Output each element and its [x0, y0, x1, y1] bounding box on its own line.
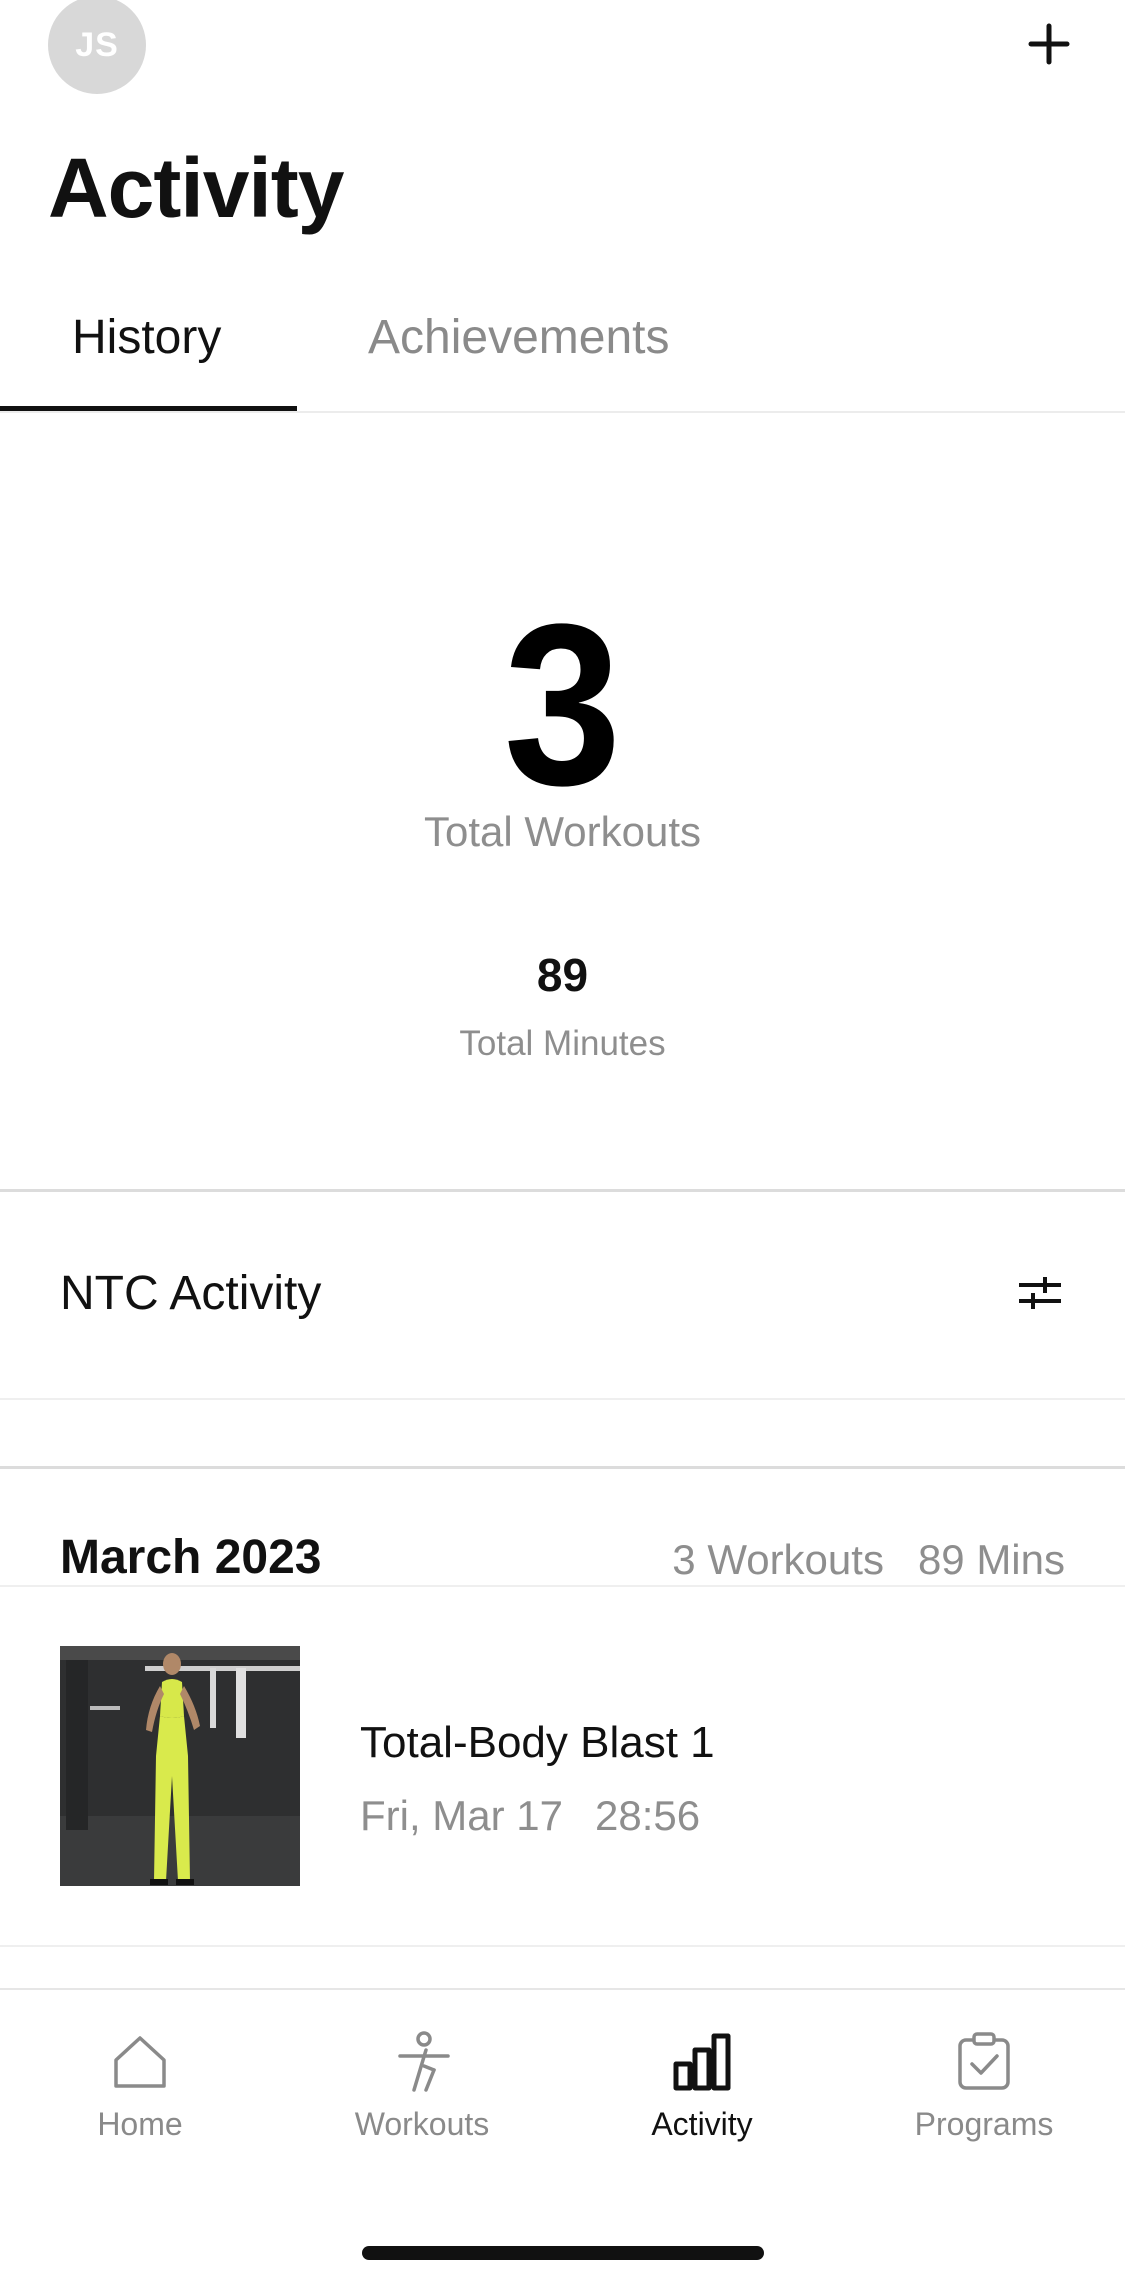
total-minutes-value: 89: [536, 949, 589, 1001]
tab-divider: [0, 411, 1125, 413]
month-header: March 2023: [60, 1531, 322, 1584]
section-title: NTC Activity: [60, 1267, 322, 1320]
sliders-icon: [1019, 1277, 1061, 1309]
total-workouts-label: Total Workouts: [424, 808, 701, 855]
workout-title[interactable]: Total-Body Blast 1: [360, 1718, 715, 1768]
workout-meta: Fri, Mar 17 28:56: [360, 1792, 700, 1840]
divider: [0, 1398, 1125, 1400]
workout-date: Fri, Mar 17: [360, 1792, 564, 1839]
divider: [0, 1945, 1125, 1947]
divider: [0, 1466, 1125, 1469]
avatar[interactable]: JS: [48, 0, 146, 94]
total-workouts-value: 3: [503, 576, 622, 833]
page-title: Activity: [48, 141, 344, 235]
home-indicator[interactable]: [362, 2246, 764, 2260]
month-minutes: 89 Mins: [917, 1536, 1065, 1583]
running-figure-icon: [398, 2031, 450, 2092]
month-workout-count: 3 Workouts: [672, 1536, 884, 1583]
plus-icon: [1028, 23, 1070, 65]
nav-home-label: Home: [97, 2106, 183, 2142]
filter-button[interactable]: [1015, 1268, 1065, 1318]
nav-workouts-label: Workouts: [354, 2106, 490, 2142]
total-minutes-label: Total Minutes: [459, 1024, 666, 1063]
workout-thumbnail[interactable]: [60, 1646, 300, 1886]
tab-achievements[interactable]: Achievements: [368, 310, 669, 365]
tab-history[interactable]: History: [72, 310, 221, 365]
nav-programs-label: Programs: [914, 2106, 1054, 2142]
nav-programs[interactable]: Programs: [884, 2030, 1084, 2143]
nav-activity[interactable]: Activity: [602, 2030, 802, 2143]
nav-activity-label: Activity: [651, 2106, 753, 2142]
home-icon: [114, 2036, 166, 2088]
nav-home[interactable]: Home: [40, 2030, 240, 2143]
nav-workouts[interactable]: Workouts: [322, 2030, 522, 2143]
month-stats: 3 Workouts 89 Mins: [672, 1536, 1065, 1584]
clipboard-check-icon: [958, 2032, 1010, 2090]
bar-chart-icon: [673, 2033, 731, 2091]
workout-photo: [60, 1646, 300, 1886]
workout-duration: 28:56: [595, 1792, 701, 1839]
divider: [0, 1585, 1125, 1587]
tab-bar-divider: [0, 1988, 1125, 1990]
add-button[interactable]: [1017, 12, 1081, 76]
section-divider: [0, 1189, 1125, 1192]
